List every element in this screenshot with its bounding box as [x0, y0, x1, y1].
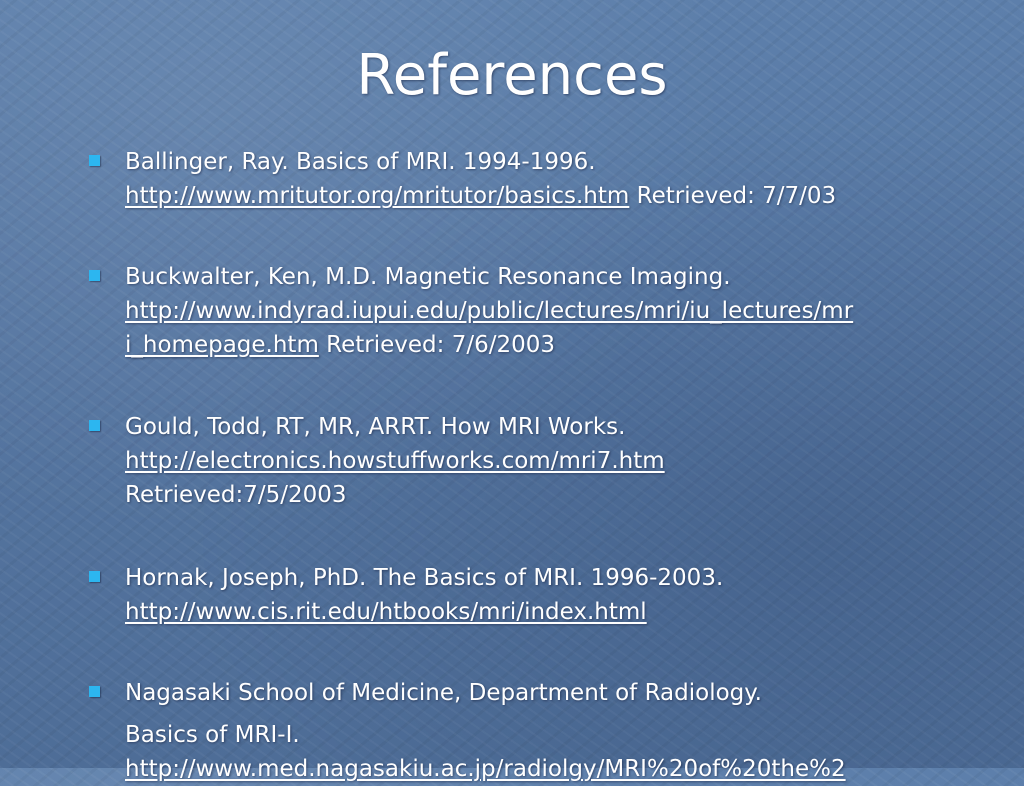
reference-url-link-continued[interactable]: i_homepage.htm: [125, 332, 319, 358]
square-bullet-icon: [89, 571, 100, 582]
reference-list: Ballinger, Ray. Basics of MRI. 1994-1996…: [0, 0, 1024, 782]
reference-url-link[interactable]: http://electronics.howstuffworks.com/mri…: [125, 448, 665, 474]
reference-link-line: i_homepage.htm Retrieved: 7/6/2003: [125, 328, 555, 362]
reference-url-link[interactable]: http://www.cis.rit.edu/htbooks/mri/index…: [125, 599, 647, 625]
reference-citation: Nagasaki School of Medicine, Department …: [125, 680, 762, 706]
reference-citation: Hornak, Joseph, PhD. The Basics of MRI. …: [125, 565, 724, 591]
reference-url-link[interactable]: http://www.med.nagasakiu.ac.jp/radiolgy/…: [125, 756, 846, 782]
square-bullet-icon: [89, 686, 100, 697]
reference-citation-continued: Basics of MRI-I.: [125, 722, 300, 748]
reference-link-line: http://electronics.howstuffworks.com/mri…: [125, 444, 665, 478]
reference-url-link[interactable]: http://www.indyrad.iupui.edu/public/lect…: [125, 298, 853, 324]
square-bullet-icon: [89, 270, 100, 281]
reference-link-line: http://www.indyrad.iupui.edu/public/lect…: [125, 294, 853, 328]
retrieved-date: Retrieved: 7/7/03: [636, 183, 837, 209]
slide: { "title": "References", "references": […: [0, 0, 1024, 782]
reference-citation: Gould, Todd, RT, MR, ARRT. How MRI Works…: [125, 414, 626, 440]
reference-citation: Ballinger, Ray. Basics of MRI. 1994-1996…: [125, 149, 596, 175]
reference-url-link[interactable]: http://www.mritutor.org/mritutor/basics.…: [125, 183, 629, 209]
retrieved-date: Retrieved:7/5/2003: [125, 482, 347, 508]
square-bullet-icon: [89, 420, 100, 431]
reference-link-line: http://www.med.nagasakiu.ac.jp/radiolgy/…: [125, 752, 846, 786]
reference-link-line: http://www.cis.rit.edu/htbooks/mri/index…: [125, 595, 647, 629]
retrieved-date: Retrieved: 7/6/2003: [326, 332, 556, 358]
square-bullet-icon: [89, 155, 100, 166]
reference-link-line: http://www.mritutor.org/mritutor/basics.…: [125, 179, 836, 213]
reference-citation: Buckwalter, Ken, M.D. Magnetic Resonance…: [125, 264, 731, 290]
